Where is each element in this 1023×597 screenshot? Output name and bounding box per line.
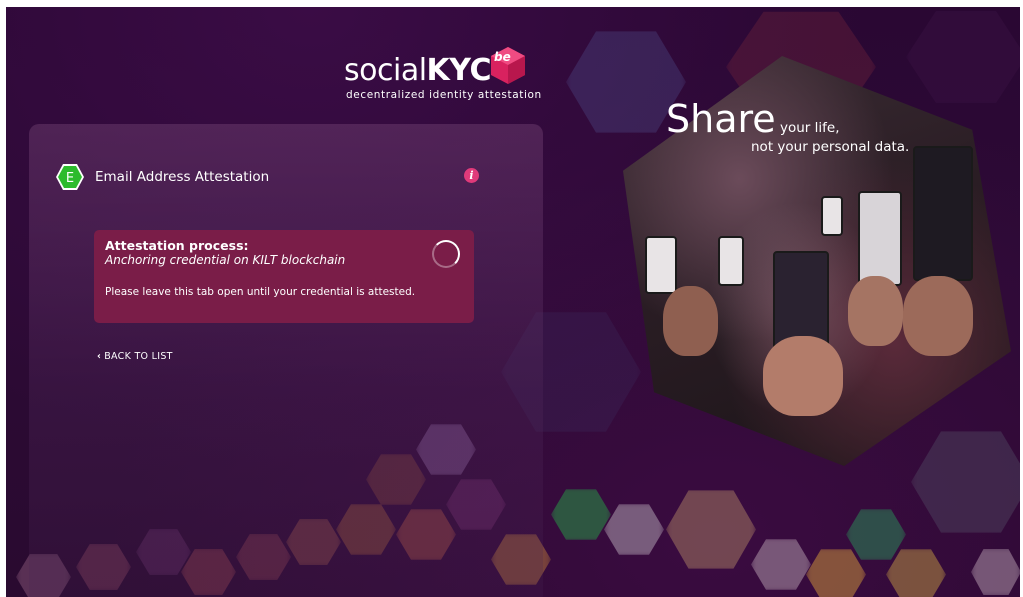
phone-image [821, 196, 843, 236]
process-heading: Attestation process: [105, 238, 249, 253]
hero-line-1: your life, [780, 120, 840, 136]
hero-line-2: not your personal data. [751, 139, 910, 155]
logo-tagline: decentralized identity attestation [346, 89, 542, 101]
logo-word-kyc: KYC [426, 53, 492, 88]
phone-image [645, 236, 677, 294]
hand-image [903, 276, 973, 356]
logo-cube-text: be [494, 50, 511, 64]
info-icon[interactable]: i [464, 168, 479, 183]
bokeh-hex [846, 509, 906, 560]
hero-headline: Share [666, 97, 776, 141]
back-to-list-link[interactable]: ‹ BACK TO LIST [97, 351, 173, 362]
logo-cube-icon: be [491, 47, 525, 84]
chevron-left-icon: ‹ [97, 351, 102, 362]
hand-image [848, 276, 903, 346]
logo-wordmark: socialKYC [344, 53, 491, 88]
bokeh-hex [886, 549, 946, 597]
attestation-status-box: Attestation process: Anchoring credentia… [94, 230, 474, 323]
hero-slogan: Share your life, not your personal data. [666, 97, 926, 167]
hand-image [763, 336, 843, 416]
phone-image [718, 236, 744, 286]
back-to-list-label: BACK TO LIST [104, 351, 173, 362]
bokeh-hex [906, 11, 1020, 103]
app-background: socialKYC decentralized identity attesta… [6, 7, 1020, 597]
process-note: Please leave this tab open until your cr… [105, 286, 416, 298]
bokeh-hex [751, 539, 811, 590]
bokeh-hex [806, 549, 866, 597]
bokeh-hex [666, 490, 756, 569]
process-status: Anchoring credential on KILT blockchain [105, 253, 346, 267]
bokeh-hex [971, 549, 1020, 595]
socialkyc-logo: socialKYC decentralized identity attesta… [344, 45, 541, 105]
email-badge-letter: E [66, 171, 74, 186]
bokeh-hex [551, 489, 611, 540]
card-title: Email Address Attestation [95, 169, 270, 185]
bokeh-hex [911, 431, 1020, 533]
loading-spinner-icon [432, 240, 460, 268]
attestation-card: E Email Address Attestation i Attestatio… [29, 124, 543, 597]
phone-image [858, 191, 902, 286]
logo-word-social: social [344, 53, 427, 88]
bokeh-hex [604, 504, 664, 555]
card-header: E Email Address Attestation i [55, 162, 485, 194]
email-badge-icon: E [56, 164, 84, 190]
hand-image [663, 286, 718, 356]
